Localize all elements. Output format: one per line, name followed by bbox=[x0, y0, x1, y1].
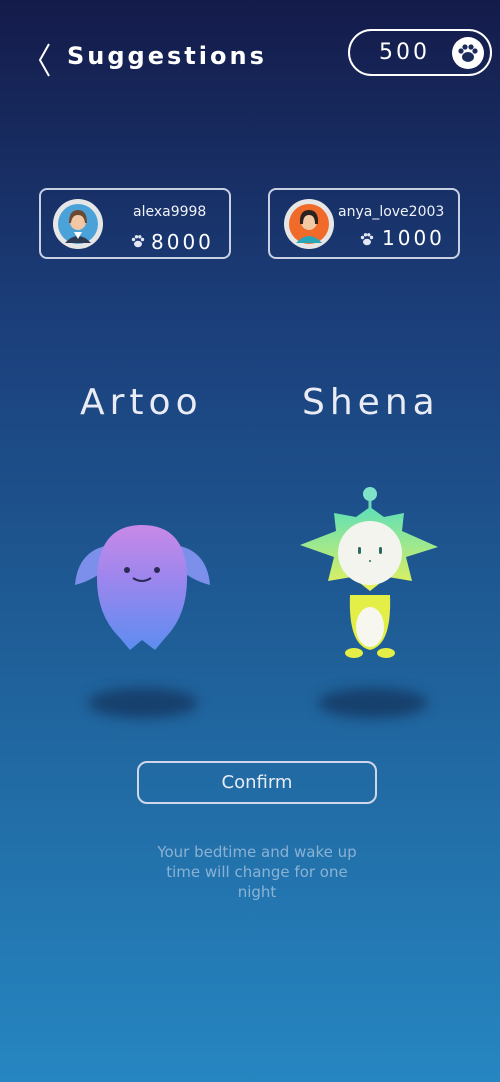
page-title: Suggestions bbox=[67, 42, 267, 70]
paw-icon bbox=[131, 235, 145, 248]
pet-shadow bbox=[88, 688, 198, 718]
female-user-avatar bbox=[53, 199, 103, 249]
pet-shadow bbox=[318, 688, 428, 718]
confirm-button[interactable]: Confirm bbox=[137, 761, 377, 804]
paw-icon bbox=[360, 233, 374, 246]
info-note: Your bedtime and wake up time will chang… bbox=[157, 843, 357, 901]
chevron-left-icon bbox=[38, 43, 50, 77]
coin-balance[interactable]: 500 bbox=[348, 29, 492, 76]
user-score: 1000 bbox=[382, 226, 445, 250]
username: alexa9998 bbox=[133, 204, 207, 220]
coin-value: 500 bbox=[379, 40, 430, 65]
username: anya_love2003 bbox=[338, 204, 445, 220]
artoo-pet-character[interactable] bbox=[70, 500, 215, 655]
female-user-avatar bbox=[284, 199, 334, 249]
user-card-alexa9998[interactable]: alexa9998 8000 bbox=[39, 188, 231, 259]
back-button[interactable] bbox=[34, 40, 58, 80]
user-score: 8000 bbox=[151, 230, 214, 254]
pet-name-left: Artoo bbox=[80, 382, 203, 423]
pet-name-right: Shena bbox=[302, 382, 440, 423]
paw-icon bbox=[452, 37, 484, 69]
shena-pet-character[interactable] bbox=[298, 485, 443, 660]
user-card-anya-love2003[interactable]: anya_love2003 1000 bbox=[268, 188, 460, 259]
